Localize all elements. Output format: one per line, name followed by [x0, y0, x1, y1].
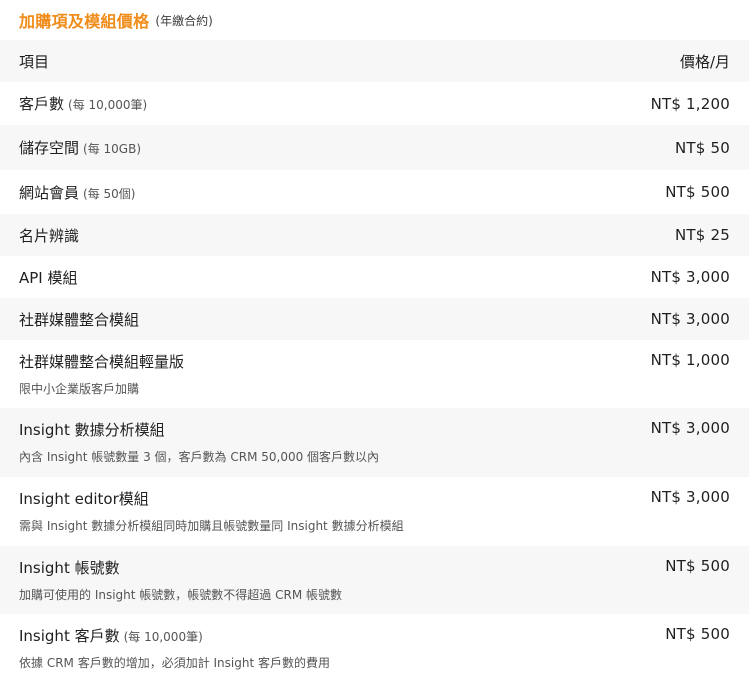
pricing-page: 加購項及模組價格 (年繳合約) 項目 價格/月 客戶數 (每 10,000筆) N…: [0, 0, 749, 685]
row-item-name: 儲存空間: [19, 139, 80, 157]
row-price: NT$ 500: [665, 625, 730, 643]
row-item-name: 網站會員: [19, 183, 80, 202]
column-header-price: 價格/月: [679, 52, 730, 71]
table-row: 客戶數 (每 10,000筆) NT$ 1,200: [0, 82, 749, 125]
row-item-name: Insight 客戶數: [19, 627, 120, 645]
row-item-cell: 客戶數 (每 10,000筆): [19, 93, 147, 114]
row-item-unit: (每 10GB): [83, 142, 141, 156]
row-price: NT$ 500: [665, 557, 730, 575]
row-price: NT$ 50: [675, 138, 730, 157]
row-price: NT$ 3,000: [650, 310, 730, 328]
table-row: API 模組 NT$ 3,000: [0, 256, 749, 298]
row-price: NT$ 1,000: [650, 351, 730, 369]
row-item-name: 名片辨識: [19, 226, 80, 245]
row-item-name: Insight 帳號數: [19, 559, 120, 577]
row-item-unit: (每 10,000筆): [68, 98, 148, 112]
row-item-note: 依據 CRM 客戶數的增加，必須加計 Insight 客戶數的費用: [19, 656, 330, 670]
row-item-name: Insight editor模組: [19, 490, 149, 508]
row-item-cell: 儲存空間 (每 10GB): [19, 137, 141, 158]
table-row: 名片辨識 NT$ 25: [0, 214, 749, 256]
table-row: Insight 帳號數 加購可使用的 Insight 帳號數，帳號數不得超過 C…: [0, 546, 749, 614]
row-price: NT$ 3,000: [650, 488, 730, 506]
table-row: Insight editor模組 需與 Insight 數據分析模組同時加購且帳…: [0, 477, 749, 546]
row-item-cell: Insight 客戶數 (每 10,000筆) 依據 CRM 客戶數的增加，必須加…: [19, 625, 330, 683]
row-item-cell: Insight 數據分析模組 內含 Insight 帳號數量 3 個，客戶數為 …: [19, 419, 379, 477]
row-item-name: Insight 數據分析模組: [19, 421, 165, 439]
row-item-name: 社群媒體整合模組輕量版: [19, 353, 185, 371]
section-title: 加購項及模組價格: [19, 12, 150, 31]
row-price: NT$ 25: [675, 226, 730, 244]
row-item-cell: 社群媒體整合模組: [19, 309, 139, 330]
section-header: 加購項及模組價格 (年繳合約): [0, 0, 749, 40]
table-row: 社群媒體整合模組 NT$ 3,000: [0, 298, 749, 340]
table-row: Insight 數據分析模組 內含 Insight 帳號數量 3 個，客戶數為 …: [0, 408, 749, 477]
row-item-unit: (每 50個): [83, 186, 136, 201]
row-item-note: 加購可使用的 Insight 帳號數，帳號數不得超過 CRM 帳號數: [19, 588, 342, 602]
table-row: 儲存空間 (每 10GB) NT$ 50: [0, 125, 749, 170]
row-item-cell: 社群媒體整合模組輕量版 限中小企業版客戶加購: [19, 351, 184, 408]
table-header-row: 項目 價格/月: [0, 40, 749, 82]
row-item-note: 需與 Insight 數據分析模組同時加購且帳號數量同 Insight 數據分析…: [19, 519, 404, 533]
row-item-name: 客戶數: [19, 95, 65, 113]
row-price: NT$ 500: [665, 183, 730, 201]
row-item-cell: 網站會員 (每 50個): [19, 182, 135, 203]
pricing-table: 項目 價格/月 客戶數 (每 10,000筆) NT$ 1,200 儲存空間 (每 …: [0, 40, 749, 683]
row-price: NT$ 3,000: [650, 419, 730, 437]
row-item-cell: 名片辨識: [19, 225, 79, 246]
row-item-unit: (每 10,000筆): [123, 630, 203, 644]
row-item-cell: API 模組: [19, 267, 78, 288]
column-header-item: 項目: [19, 52, 50, 71]
table-row: 網站會員 (每 50個) NT$ 500: [0, 170, 749, 214]
row-item-name: API 模組: [19, 268, 78, 287]
row-item-note: 限中小企業版客戶加購: [19, 382, 140, 396]
table-row: 社群媒體整合模組輕量版 限中小企業版客戶加購 NT$ 1,000: [0, 340, 749, 408]
row-item-name: 社群媒體整合模組: [19, 310, 140, 329]
row-item-note: 內含 Insight 帳號數量 3 個，客戶數為 CRM 50,000 個客戶數…: [19, 450, 380, 464]
row-item-cell: Insight 帳號數 加購可使用的 Insight 帳號數，帳號數不得超過 C…: [19, 557, 342, 614]
row-price: NT$ 1,200: [650, 94, 730, 113]
row-price: NT$ 3,000: [650, 268, 730, 286]
row-item-cell: Insight editor模組 需與 Insight 數據分析模組同時加購且帳…: [19, 488, 404, 546]
table-row: Insight 客戶數 (每 10,000筆) 依據 CRM 客戶數的增加，必須加…: [0, 614, 749, 683]
section-subtitle: (年繳合約): [155, 13, 213, 28]
